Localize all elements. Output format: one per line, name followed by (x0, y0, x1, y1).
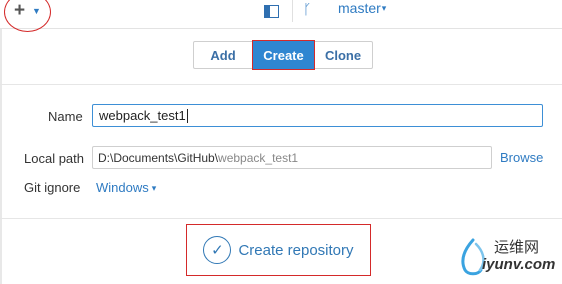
chevron-down-icon: ▾ (151, 183, 157, 193)
name-field[interactable]: webpack_test1 (92, 104, 543, 127)
browse-link[interactable]: Browse (500, 150, 543, 165)
left-edge (0, 0, 2, 284)
watermark-en-text: iyunv.com (482, 256, 556, 273)
tab-clone[interactable]: Clone (314, 41, 373, 69)
local-path-label: Local path (24, 151, 84, 166)
create-repository-label: Create repository (238, 241, 354, 259)
branch-selector[interactable]: master▾ (338, 0, 386, 16)
branch-name: master (338, 0, 381, 16)
local-path-dir: D:\Documents\GitHub\ (98, 150, 219, 165)
local-path-field[interactable]: D:\Documents\GitHub\ webpack_test1 (92, 146, 492, 169)
git-ignore-value: Windows (96, 180, 149, 195)
name-label: Name (48, 109, 83, 124)
chevron-down-icon: ▼ (32, 6, 41, 16)
create-repository-button[interactable]: ✓ Create repository (186, 224, 371, 276)
git-ignore-select[interactable]: Windows ▾ (96, 180, 156, 195)
tab-create[interactable]: Create (253, 41, 314, 69)
local-path-name: webpack_test1 (218, 150, 299, 165)
chevron-down-icon: ▾ (381, 3, 387, 13)
divider (0, 218, 562, 219)
mode-tabs: Add Create Clone (193, 41, 373, 69)
watermark: 运维网 iyunv.com (452, 232, 560, 282)
check-circle-icon: ✓ (203, 236, 232, 264)
branch-icon: ᚴ (303, 1, 312, 17)
toolbar-separator (292, 0, 293, 22)
text-cursor (186, 108, 188, 123)
add-repository-menu-button[interactable]: + ▼ (8, 1, 52, 23)
toolbar: + ▼ ᚴ master▾ (0, 0, 562, 29)
name-value: webpack_test1 (99, 108, 186, 123)
git-ignore-label: Git ignore (24, 180, 81, 195)
divider (0, 84, 562, 85)
panel-toggle-icon[interactable] (264, 5, 279, 18)
watermark-cn-text: 运维网 (494, 238, 540, 256)
plus-icon: + (14, 0, 26, 21)
tab-add[interactable]: Add (193, 41, 253, 69)
